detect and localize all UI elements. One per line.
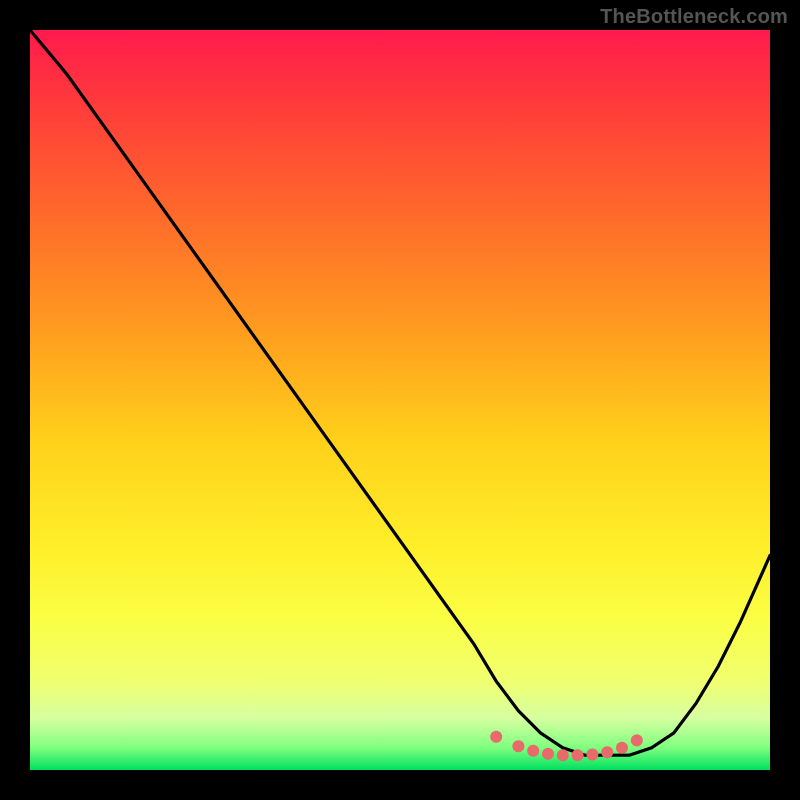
highlight-dot (586, 749, 598, 761)
highlight-dot (557, 749, 569, 761)
watermark-text: TheBottleneck.com (600, 6, 788, 29)
bottleneck-curve-path (30, 30, 770, 755)
highlight-dot (601, 746, 613, 758)
highlight-dot (527, 745, 539, 757)
highlight-dot (512, 740, 524, 752)
highlight-dot (572, 749, 584, 761)
highlight-dot (542, 748, 554, 760)
chart-plot-area (30, 30, 770, 770)
highlight-dot (616, 742, 628, 754)
chart-svg (30, 30, 770, 770)
highlight-dot (490, 731, 502, 743)
highlight-dot (631, 734, 643, 746)
